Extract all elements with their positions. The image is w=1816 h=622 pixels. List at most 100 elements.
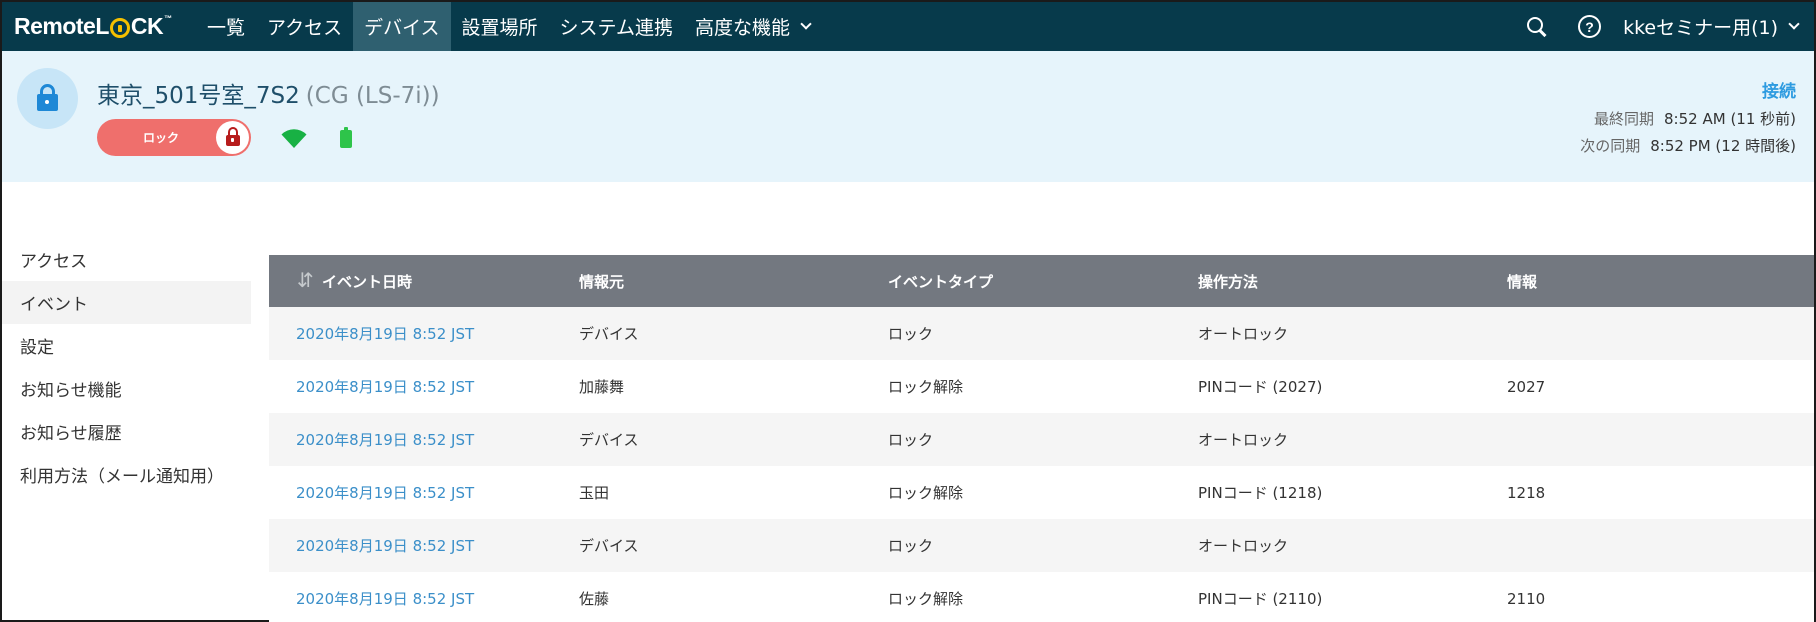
nav-item-integrations[interactable]: システム連携: [549, 2, 684, 51]
locked-icon: [225, 127, 240, 146]
nav-item-access[interactable]: アクセス: [256, 2, 353, 51]
sidebar-item-notifications[interactable]: お知らせ機能: [2, 367, 251, 410]
user-menu[interactable]: kkeセミナー用(1): [1623, 13, 1800, 40]
next-sync-value: 8:52 PM (12 時間後): [1650, 137, 1796, 155]
lock-icon: [37, 84, 58, 111]
last-sync-value: 8:52 AM (11 秒前): [1664, 110, 1796, 128]
device-header: 東京_501号室_7S2 (CG (LS-7i)) ロック 接続 最終同期 8:52…: [2, 51, 1814, 182]
column-header-event-time[interactable]: イベント日時: [269, 268, 579, 293]
event-source: デバイス: [579, 325, 639, 343]
last-sync-label: 最終同期: [1594, 110, 1655, 128]
event-method: オートロック: [1198, 537, 1289, 555]
last-sync: 最終同期 8:52 AM (11 秒前): [1580, 108, 1796, 129]
sort-icon[interactable]: [297, 268, 314, 293]
table-row: 2020年8月19日 8:52 JST 佐藤 ロック解除 PINコード (211…: [269, 572, 1814, 622]
lock-toggle-knob: [216, 121, 249, 154]
next-sync: 次の同期 8:52 PM (12 時間後): [1580, 135, 1796, 156]
nav-item-list[interactable]: 一覧: [196, 2, 256, 51]
table-body: 2020年8月19日 8:52 JST デバイス ロック オートロック 2020…: [269, 307, 1814, 622]
battery-icon: [340, 127, 352, 148]
event-type: ロック: [888, 325, 934, 343]
event-method: オートロック: [1198, 325, 1289, 343]
logo-text-before: Remote: [14, 13, 96, 39]
column-header-label: 情報元: [579, 272, 625, 291]
event-time-link[interactable]: 2020年8月19日 8:52 JST: [269, 429, 579, 450]
event-type: ロック解除: [888, 590, 964, 608]
event-method: PINコード (2110): [1198, 590, 1323, 608]
event-source: 佐藤: [579, 590, 610, 608]
logo-text-after: CK: [130, 13, 164, 39]
table-row: 2020年8月19日 8:52 JST デバイス ロック オートロック: [269, 519, 1814, 572]
column-header-info: 情報: [1507, 271, 1807, 292]
nav-item-label: アクセス: [267, 17, 343, 39]
lock-status-label: ロック: [143, 131, 180, 145]
column-header-label: イベントタイプ: [888, 272, 994, 291]
events-table: イベント日時 情報元 イベントタイプ 操作方法 情報 2020年8月19日 8:…: [269, 255, 1814, 622]
event-type: ロック解除: [888, 484, 964, 502]
chevron-down-icon: [1788, 18, 1800, 30]
logo-lock-icon: [109, 17, 130, 38]
event-source: 加藤舞: [579, 378, 625, 396]
column-header-label: 操作方法: [1198, 272, 1259, 291]
event-source: 玉田: [579, 484, 610, 502]
sidebar-item-settings[interactable]: 設定: [2, 324, 251, 367]
search-icon[interactable]: [1526, 16, 1548, 38]
event-time-link[interactable]: 2020年8月19日 8:52 JST: [269, 588, 579, 609]
nav-menu: 一覧 アクセス デバイス 設置場所 システム連携 高度な機能: [196, 2, 821, 51]
sidebar-item-events[interactable]: イベント: [2, 281, 251, 324]
sidebar: アクセス イベント 設定 お知らせ機能 お知らせ履歴 利用方法（メール通知用）: [2, 238, 251, 496]
sidebar-item-notification-history[interactable]: お知らせ履歴: [2, 410, 251, 453]
column-header-label: 情報: [1507, 272, 1538, 291]
event-info: 1218: [1507, 483, 1546, 502]
next-sync-label: 次の同期: [1580, 137, 1641, 155]
table-header: イベント日時 情報元 イベントタイプ 操作方法 情報: [269, 255, 1814, 307]
event-time-link[interactable]: 2020年8月19日 8:52 JST: [269, 535, 579, 556]
help-icon[interactable]: ?: [1578, 15, 1602, 38]
event-type: ロック: [888, 537, 934, 555]
event-info: 2110: [1507, 589, 1546, 608]
event-time-link[interactable]: 2020年8月19日 8:52 JST: [269, 482, 579, 503]
sidebar-item-label: 利用方法（メール通知用）: [20, 467, 224, 487]
nav-item-label: 高度な機能: [694, 17, 790, 39]
event-method: PINコード (1218): [1198, 484, 1323, 502]
user-menu-label: kkeセミナー用(1): [1623, 17, 1778, 39]
top-nav: Remote L CK ™ 一覧 アクセス デバイス 設置場所 システム連携 高度な機…: [2, 2, 1814, 51]
sidebar-item-label: イベント: [20, 295, 88, 315]
table-row: 2020年8月19日 8:52 JST デバイス ロック オートロック: [269, 307, 1814, 360]
connect-link[interactable]: 接続: [1580, 77, 1796, 102]
sidebar-item-label: 設定: [20, 338, 54, 358]
remotelock-logo[interactable]: Remote L CK ™: [14, 13, 176, 41]
event-method: PINコード (2027): [1198, 378, 1323, 396]
chevron-down-icon: [800, 18, 812, 30]
event-info: 2027: [1507, 377, 1546, 396]
sidebar-item-label: アクセス: [20, 252, 88, 272]
event-time-link[interactable]: 2020年8月19日 8:52 JST: [269, 323, 579, 344]
column-header-source: 情報元: [579, 271, 888, 292]
logo-trademark: ™: [164, 14, 172, 23]
event-source: デバイス: [579, 431, 639, 449]
nav-item-devices[interactable]: デバイス: [353, 2, 451, 51]
sidebar-item-usage[interactable]: 利用方法（メール通知用）: [2, 453, 251, 496]
device-title: 東京_501号室_7S2 (CG (LS-7i)): [97, 76, 440, 110]
device-name: 東京_501号室_7S2: [97, 83, 300, 109]
column-header-label: イベント日時: [322, 272, 413, 291]
nav-item-label: 一覧: [207, 17, 246, 39]
device-avatar: [17, 68, 78, 129]
event-method: オートロック: [1198, 431, 1289, 449]
sidebar-item-label: お知らせ機能: [20, 381, 122, 401]
sidebar-item-label: お知らせ履歴: [20, 424, 122, 444]
column-header-method: 操作方法: [1198, 271, 1507, 292]
nav-item-locations[interactable]: 設置場所: [451, 2, 549, 51]
sidebar-item-access[interactable]: アクセス: [2, 238, 251, 281]
lock-toggle[interactable]: ロック: [97, 119, 251, 156]
nav-item-label: デバイス: [364, 17, 440, 39]
event-time-link[interactable]: 2020年8月19日 8:52 JST: [269, 376, 579, 397]
sync-info: 接続 最終同期 8:52 AM (11 秒前) 次の同期 8:52 PM (12 時…: [1580, 77, 1796, 162]
table-row: 2020年8月19日 8:52 JST 加藤舞 ロック解除 PINコード (20…: [269, 360, 1814, 413]
nav-item-label: システム連携: [559, 17, 673, 39]
nav-item-advanced[interactable]: 高度な機能: [684, 2, 821, 51]
nav-item-label: 設置場所: [461, 17, 538, 39]
wifi-icon: [281, 129, 307, 148]
event-type: ロック解除: [888, 378, 964, 396]
table-row: 2020年8月19日 8:52 JST デバイス ロック オートロック: [269, 413, 1814, 466]
